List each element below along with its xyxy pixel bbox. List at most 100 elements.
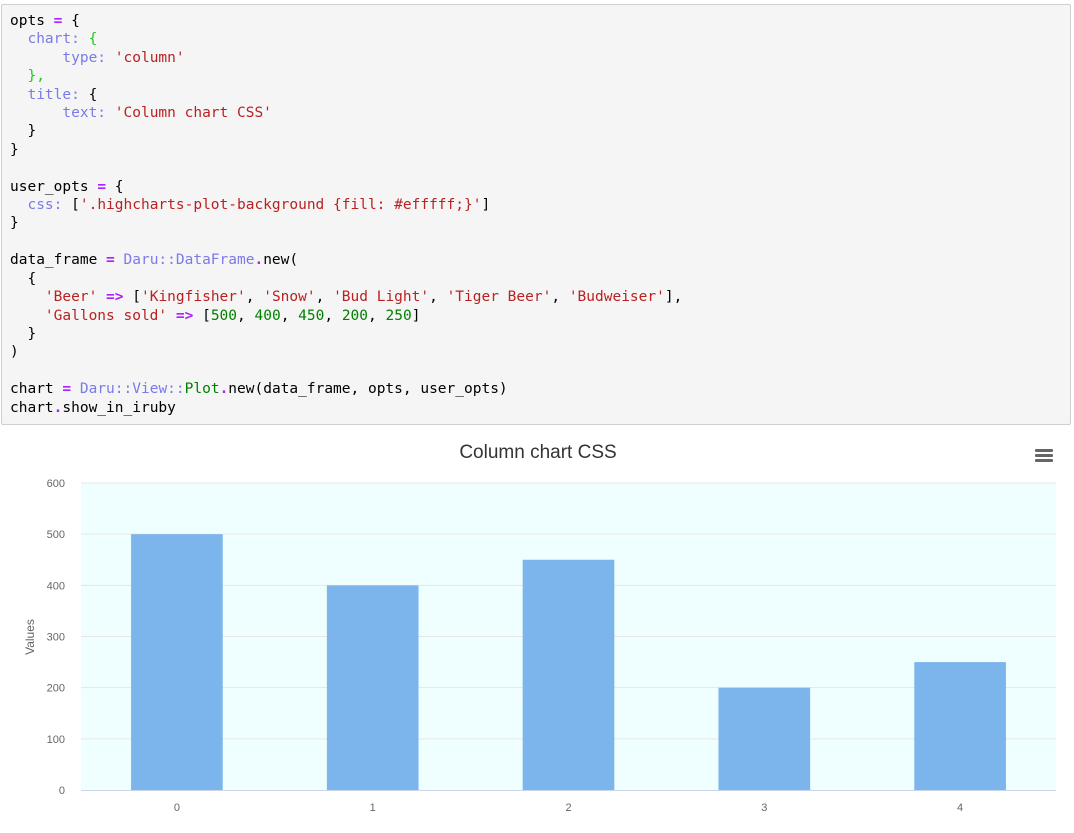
code-token: , [429,289,447,306]
code-line: type: 'column' [10,49,185,66]
bar[interactable] [718,687,811,790]
y-tick-label: 400 [47,580,65,592]
code-token: :: [158,252,176,269]
code-token: { [10,270,37,287]
chart-output: 0 100 200 300 400 500 600 0 1 2 3 4 Column chart C… [0,428,1074,833]
code-editor[interactable]: opts = { chart: { type: 'column' }, titl… [10,12,682,417]
code-token: 'Tiger Beer' [446,289,552,306]
y-axis-label: Values [23,619,37,655]
code-token: show_in_iruby [62,399,176,416]
code-token: => [175,307,194,324]
code-token: Daru [79,381,115,398]
code-token: , [245,289,264,306]
code-token: 'Column chart CSS' [114,105,272,122]
code-line: chart: { [10,31,97,47]
code-line: opts = { [10,13,80,29]
y-tick-label: 100 [47,734,65,746]
code-token: } [10,325,37,342]
x-tick-label: 0 [174,802,180,814]
code-token: 'Bud Light' [333,289,430,306]
x-tick-label: 2 [565,802,571,814]
code-token: . [254,252,264,269]
code-token: }, [27,68,45,85]
code-token: css: [27,197,63,214]
code-token: , [315,289,334,306]
code-cell[interactable]: opts = { chart: { type: 'column' }, titl… [1,4,1071,425]
code-token: } [10,215,19,232]
y-tick-label: 200 [47,683,65,695]
code-token: user_opts [10,178,98,195]
code-line: } [10,215,19,231]
x-tick-label: 4 [957,802,963,814]
code-token: ] [411,307,421,324]
code-token: 'column' [114,49,185,66]
code-token: = [62,381,72,398]
code-line: } [10,142,19,158]
code-token: Plot [184,381,220,398]
bar[interactable] [131,534,223,790]
code-line: } [10,123,36,139]
code-token: { [106,178,124,195]
code-token: => [106,289,124,306]
code-line: 'Beer' => ['Kingfisher', 'Snow', 'Bud Li… [10,289,682,305]
code-token: new( [263,252,299,269]
code-token: [ [62,197,80,214]
code-token: View [132,381,168,398]
code-token: [ [123,289,141,306]
code-line: 'Gallons sold' => [500, 400, 450, 200, 2… [10,307,421,324]
code-line: ) [10,344,19,360]
code-line: chart.show_in_iruby [10,400,176,416]
code-token: DataFrame [175,252,255,269]
code-token: chart [10,381,63,398]
code-token: , [324,307,342,324]
bar[interactable] [326,585,419,790]
code-token: } [10,141,19,158]
x-axis-ticks: 0 1 2 3 4 [174,802,963,814]
bar[interactable] [522,559,615,790]
code-line: chart = Daru::View::Plot.new(data_frame,… [10,381,508,397]
code-token: ], [664,289,683,306]
code-token: Daru [123,252,159,269]
code-line: }, [10,68,45,85]
code-token: title: [27,86,80,103]
code-token: 200 [341,307,369,324]
code-token: 'Snow' [263,289,316,306]
chart-menu-button[interactable] [1028,440,1060,470]
code-line: { [10,271,36,287]
code-line: text: 'Column chart CSS' [10,105,272,121]
code-token: 500 [210,307,238,324]
y-tick-label: 0 [59,785,65,797]
code-token: chart: [27,31,80,48]
code-token: [ [193,307,211,324]
column-chart: 0 100 200 300 400 500 600 0 1 2 3 4 Column chart C… [23,442,1056,814]
code-token: text: [62,105,107,122]
x-tick-label: 1 [370,802,376,814]
chart-title: Column chart CSS [459,442,616,463]
code-token: 'Gallons sold' [44,307,168,324]
code-token: 'Beer' [44,289,98,306]
y-tick-label: 600 [47,478,65,490]
code-token: { [79,31,98,48]
code-token: opts [10,13,54,29]
bar[interactable] [914,662,1006,790]
code-token: 250 [385,307,412,324]
code-token: :: [167,381,185,398]
code-line: data_frame = Daru::DataFrame.new( [10,252,298,268]
code-token: 450 [298,307,325,324]
x-tick-label: 3 [761,802,767,814]
code-token: , [280,307,299,324]
code-token: { [79,86,98,103]
